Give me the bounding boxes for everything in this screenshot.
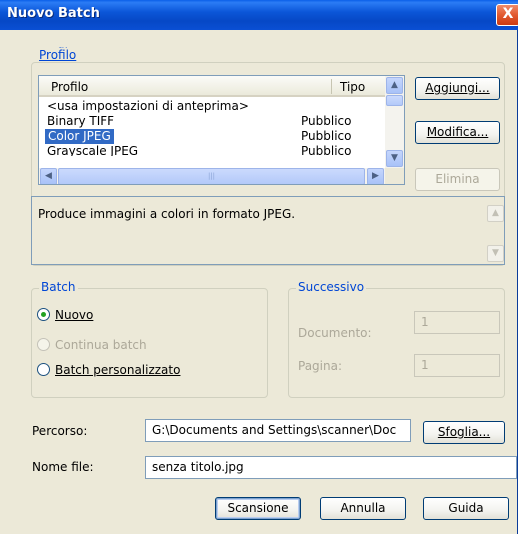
arrow-right-icon: ▶ xyxy=(372,171,379,181)
column-header-profilo[interactable]: Profilo xyxy=(51,80,88,94)
documento-field[interactable]: 1 xyxy=(414,311,500,334)
vertical-scroll-thumb[interactable] xyxy=(386,95,403,106)
close-icon: X xyxy=(502,6,514,22)
successivo-group-legend: Successivo xyxy=(296,280,367,294)
list-item[interactable]: Grayscale JPEG Pubblico xyxy=(39,144,385,156)
scroll-right-button[interactable]: ▶ xyxy=(367,168,384,184)
list-item-selected[interactable]: Color JPEG Pubblico xyxy=(39,129,385,144)
documento-label: Documento: xyxy=(298,326,372,340)
delete-profile-button[interactable]: Elimina xyxy=(415,168,500,191)
arrow-down-icon: ▼ xyxy=(492,248,499,258)
list-item[interactable]: Binary TIFF Pubblico xyxy=(39,114,385,129)
browse-button[interactable]: Sfoglia... xyxy=(423,421,505,444)
description-scroll-down-button[interactable]: ▼ xyxy=(487,245,504,262)
scroll-corner xyxy=(385,168,404,184)
path-label: Percorso: xyxy=(32,424,88,438)
arrow-up-icon: ▲ xyxy=(492,208,499,218)
profile-name: Color JPEG xyxy=(45,129,114,144)
batch-continue-label: Continua batch xyxy=(55,338,147,352)
profile-name: Grayscale JPEG xyxy=(47,144,139,156)
pagina-label: Pagina: xyxy=(298,359,343,373)
profile-list-header: Profilo Tipo xyxy=(39,76,385,97)
description-scrollbar[interactable]: ▲ ▼ xyxy=(487,197,504,264)
arrow-up-icon: ▲ xyxy=(391,80,398,90)
profile-type: Pubblico xyxy=(301,129,352,143)
list-item[interactable]: <usa impostazioni di anteprima> xyxy=(39,99,385,114)
radio-icon[interactable] xyxy=(37,338,50,351)
scan-button[interactable]: Scansione xyxy=(215,497,301,520)
successivo-group: Successivo xyxy=(288,280,505,398)
column-separator[interactable] xyxy=(331,79,332,94)
column-header-tipo[interactable]: Tipo xyxy=(340,80,365,94)
horizontal-scrollbar[interactable]: ◀ ||| ▶ xyxy=(39,168,385,184)
arrow-left-icon: ◀ xyxy=(45,171,52,181)
vertical-scrollbar[interactable]: ▲ ▼ xyxy=(385,76,404,168)
close-button[interactable]: X xyxy=(496,4,518,26)
pagina-field[interactable]: 1 xyxy=(414,354,500,377)
edit-profile-button[interactable]: Modifica... xyxy=(415,121,500,144)
scroll-left-button[interactable]: ◀ xyxy=(40,168,57,184)
radio-selected-icon[interactable] xyxy=(37,308,50,321)
batch-group-legend: Batch xyxy=(39,280,78,294)
profile-name: Binary TIFF xyxy=(47,114,115,128)
scroll-grip-icon: ||| xyxy=(207,172,216,180)
horizontal-scroll-thumb[interactable]: ||| xyxy=(58,168,365,184)
radio-icon[interactable] xyxy=(37,363,50,376)
title-bar[interactable]: Nuovo Batch X xyxy=(0,0,518,30)
cancel-button[interactable]: Annulla xyxy=(320,497,406,520)
nuovo-batch-dialog: Nuovo Batch X Profilo Profilo Profilo Ti… xyxy=(0,0,518,534)
batch-new-label: Nuovo xyxy=(55,308,94,322)
profile-description-box[interactable]: Produce immagini a colori in formato JPE… xyxy=(31,196,505,265)
batch-custom-label: Batch personalizzato xyxy=(55,363,181,377)
filename-field[interactable]: senza titolo.jpg xyxy=(145,456,517,479)
profilo-legend: Profilo xyxy=(37,48,79,62)
description-scroll-up-button[interactable]: ▲ xyxy=(487,205,504,222)
profile-list[interactable]: Profilo Tipo <usa impostazioni di antepr… xyxy=(38,75,405,185)
help-button[interactable]: Guida xyxy=(423,497,509,520)
scroll-up-button[interactable]: ▲ xyxy=(386,77,403,94)
scroll-down-button[interactable]: ▼ xyxy=(386,150,403,167)
window-title: Nuovo Batch xyxy=(7,6,100,21)
add-profile-button[interactable]: Aggiungi... xyxy=(415,77,500,100)
profile-name: <usa impostazioni di anteprima> xyxy=(47,99,249,113)
path-field[interactable]: G:\Documents and Settings\scanner\Doc xyxy=(145,419,411,442)
profile-description: Produce immagini a colori in formato JPE… xyxy=(38,207,296,221)
profile-type: Pubblico xyxy=(301,144,352,156)
filename-label: Nome file: xyxy=(32,460,94,474)
profile-type: Pubblico xyxy=(301,114,352,128)
arrow-down-icon: ▼ xyxy=(391,153,398,163)
